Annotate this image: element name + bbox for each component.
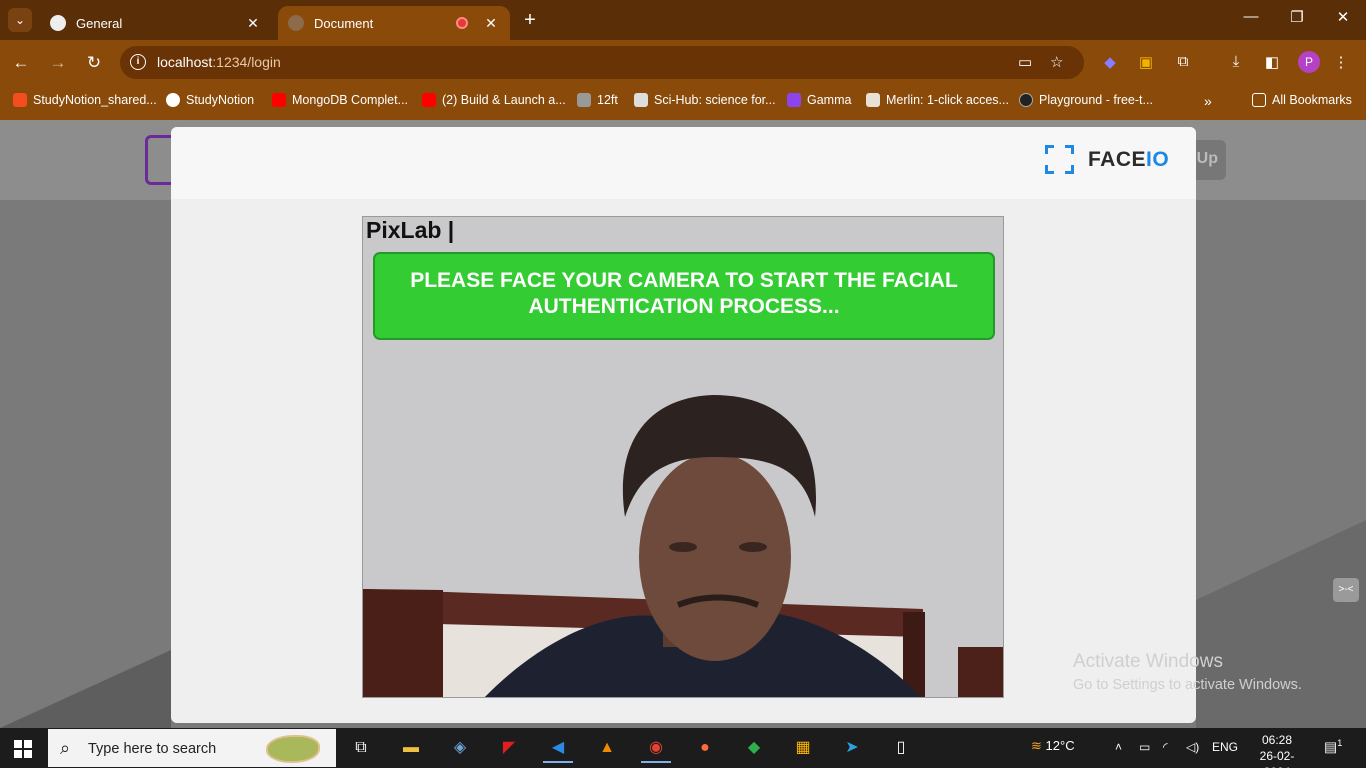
bookmark-item[interactable]: (2) Build & Launch a... — [422, 93, 566, 107]
studynotion-icon — [166, 93, 180, 107]
bookmark-item[interactable]: Merlin: 1-click acces... — [866, 93, 1009, 107]
clock[interactable]: 06:28 26-02-2024 — [1248, 732, 1306, 768]
menu-kebab-icon[interactable]: ⋮ — [1330, 53, 1352, 71]
search-highlight-icon — [266, 735, 320, 763]
floating-widget-icon[interactable]: >-< — [1333, 578, 1359, 602]
extension-drop-icon[interactable]: ◆ — [1099, 53, 1121, 71]
gamma-icon — [787, 93, 801, 107]
faceio-wordmark: FACEIO — [1088, 147, 1170, 171]
faceio-logo: FACEIO — [1045, 145, 1169, 174]
activate-subtitle: Go to Settings to activate Windows. — [1073, 677, 1302, 693]
faceio-frame-icon — [1045, 145, 1074, 174]
globe-icon — [288, 15, 304, 31]
address-bar[interactable]: i localhost:1234/login ▭ ☆ — [120, 46, 1084, 79]
bookmark-item[interactable]: 12ft — [577, 93, 618, 107]
star-icon[interactable]: ☆ — [1050, 53, 1063, 71]
tab-title: Document — [314, 15, 374, 31]
youtube-icon — [422, 93, 436, 107]
bookmark-item[interactable]: StudyNotion_shared... — [13, 93, 157, 107]
weather-widget[interactable]: ≋ 12°C — [1031, 738, 1075, 754]
minimize-button[interactable]: — — [1236, 8, 1266, 25]
folder-icon — [1252, 93, 1266, 107]
taskbar-search[interactable]: ⌕ Type here to search — [48, 729, 336, 767]
tab-search-chevron-icon[interactable]: ⌄ — [8, 8, 32, 32]
site-info-icon[interactable]: i — [130, 54, 146, 70]
weather-icon: ≋ — [1031, 738, 1042, 753]
notification-count: 1 — [1337, 738, 1343, 748]
forward-button[interactable]: → — [47, 52, 69, 74]
all-bookmarks[interactable]: All Bookmarks — [1252, 93, 1352, 107]
wifi-icon[interactable]: ◜ — [1163, 740, 1168, 754]
extensions-puzzle-icon[interactable]: ⧉ — [1172, 53, 1194, 70]
profile-avatar[interactable]: P — [1298, 51, 1320, 73]
new-tab-button[interactable]: + — [518, 8, 542, 32]
youtube-icon — [272, 93, 286, 107]
search-placeholder: Type here to search — [88, 741, 217, 757]
vlc-icon[interactable]: ▲ — [592, 733, 622, 763]
bookmark-item[interactable]: MongoDB Complet... — [272, 93, 408, 107]
acrobat-icon[interactable]: ◤ — [494, 733, 524, 763]
task-view-icon[interactable]: ⧉ — [346, 733, 376, 763]
back-button[interactable]: ← — [10, 52, 32, 74]
modal-header: FACEIO — [171, 127, 1196, 199]
tab-general[interactable]: General ✕ — [40, 6, 272, 40]
restore-button[interactable]: ❐ — [1282, 8, 1312, 26]
notepad-icon[interactable]: ▯ — [886, 733, 916, 763]
extension-lock-icon[interactable]: ▣ — [1135, 53, 1157, 71]
mysql-workbench-icon[interactable]: ◈ — [445, 733, 475, 763]
download-icon[interactable]: ⤓ — [1225, 53, 1247, 70]
vscode-icon[interactable]: ◀ — [543, 733, 573, 763]
close-tab-icon[interactable]: ✕ — [244, 15, 262, 32]
reload-button[interactable]: ↻ — [83, 52, 105, 74]
close-window-button[interactable]: ✕ — [1328, 8, 1358, 26]
battery-icon[interactable]: ▭ — [1139, 740, 1150, 754]
activate-windows-watermark: Activate Windows Go to Settings to activ… — [1073, 651, 1302, 693]
url-text[interactable]: localhost:1234/login — [157, 54, 281, 70]
scihub-icon — [634, 93, 648, 107]
more-bookmarks-chevron-icon[interactable]: » — [1204, 93, 1212, 109]
clock-time: 06:28 — [1261, 733, 1293, 747]
side-panel-icon[interactable]: ◧ — [1261, 53, 1283, 71]
camera-feed: PixLab | PLEASE FACE YOUR CAMERA TO STAR… — [362, 216, 1004, 698]
tab-strip: ⌄ General ✕ Document ✕ + — ❐ ✕ — [0, 0, 1366, 40]
windows-start-icon[interactable] — [14, 740, 32, 758]
github-icon — [50, 15, 66, 31]
tab-document[interactable]: Document ✕ — [278, 6, 510, 40]
playground-icon — [1019, 93, 1033, 107]
language-indicator[interactable]: ENG — [1212, 740, 1238, 754]
postman-icon[interactable]: ● — [690, 733, 720, 763]
pixlab-label: PixLab | — [366, 217, 455, 243]
tray-chevron-icon[interactable]: ˄ — [1115, 740, 1122, 754]
clock-date: 26-02-2024 — [1259, 749, 1295, 768]
activate-title: Activate Windows — [1073, 651, 1223, 672]
faceio-modal: FACEIO PixLab | PLEASE FACE YOUR CAMERA … — [171, 127, 1196, 723]
bookmark-item[interactable]: Gamma — [787, 93, 851, 107]
figma-icon — [13, 93, 27, 107]
camera-icon[interactable]: ▭ — [1018, 53, 1032, 71]
instruction-banner: PLEASE FACE YOUR CAMERA TO START THE FAC… — [373, 252, 995, 340]
search-icon: ⌕ — [60, 738, 71, 758]
close-tab-icon[interactable]: ✕ — [482, 15, 500, 32]
bookmark-item[interactable]: StudyNotion — [166, 93, 254, 107]
bookmark-item[interactable]: Sci-Hub: science for... — [634, 93, 776, 107]
windows-taskbar: ⌕ Type here to search ⧉ ▬ ◈ ◤ ◀ ▲ ◉ ● ◆ … — [0, 728, 1366, 768]
ladder-icon — [577, 93, 591, 107]
bookmark-item[interactable]: Playground - free-t... — [1019, 93, 1153, 107]
notification-center-icon[interactable]: ▤1 — [1324, 738, 1342, 756]
merlin-icon — [866, 93, 880, 107]
browser-toolbar: ← → ↻ i localhost:1234/login ▭ ☆ ◆ ▣ ⧉ ⤓… — [0, 40, 1366, 86]
volume-icon[interactable]: ◁) — [1186, 740, 1199, 754]
file-explorer-icon[interactable]: ▬ — [396, 733, 426, 763]
chrome-icon[interactable]: ◉ — [641, 733, 671, 763]
bookmarks-bar: StudyNotion_shared... StudyNotion MongoD… — [0, 86, 1366, 120]
microsoft-store-icon[interactable]: ▦ — [788, 733, 818, 763]
mongodb-compass-icon[interactable]: ◆ — [739, 733, 769, 763]
recording-icon — [456, 17, 468, 29]
tab-title: General — [76, 15, 123, 31]
telegram-icon[interactable]: ➤ — [837, 733, 867, 763]
